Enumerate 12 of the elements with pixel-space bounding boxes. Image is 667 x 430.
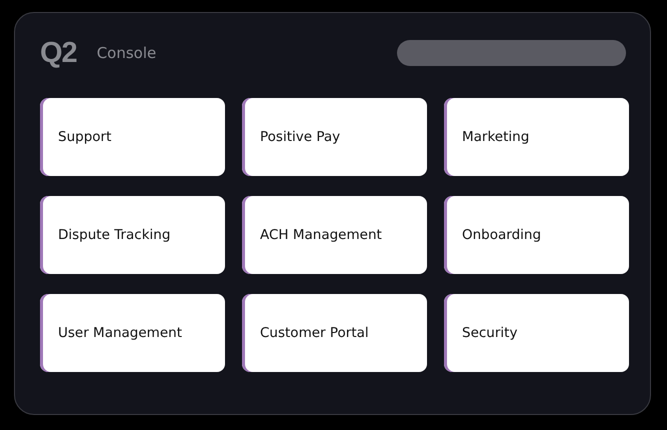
app-tile[interactable]: Customer Portal — [242, 294, 427, 372]
search-field[interactable] — [397, 40, 626, 66]
logo: Q2 — [40, 38, 77, 68]
app-tile[interactable]: Positive Pay — [242, 98, 427, 176]
app-tile[interactable]: Support — [40, 98, 225, 176]
app-tile[interactable]: Onboarding — [444, 196, 629, 274]
app-tile[interactable]: User Management — [40, 294, 225, 372]
app-tile[interactable]: Dispute Tracking — [40, 196, 225, 274]
app-tile[interactable]: ACH Management — [242, 196, 427, 274]
app-tile[interactable]: Security — [444, 294, 629, 372]
app-title: Console — [96, 44, 156, 62]
app-tile[interactable]: Marketing — [444, 98, 629, 176]
